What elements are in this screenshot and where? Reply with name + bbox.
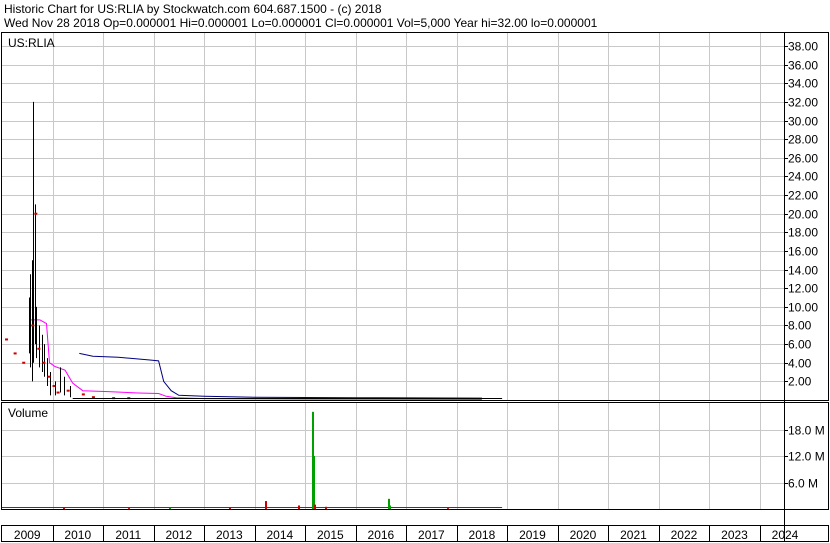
close-marker	[56, 391, 60, 394]
x-axis-year-label: 2020	[570, 528, 597, 542]
volume-bar	[447, 508, 449, 510]
close-marker	[34, 212, 38, 215]
x-axis-year-label: 2010	[64, 528, 91, 542]
volume-bar	[389, 505, 391, 509]
x-axis-year-label: 2009	[14, 528, 41, 542]
volume-bar	[229, 507, 231, 509]
close-marker	[37, 347, 41, 350]
price-y-tick-label: 38.00	[788, 40, 818, 54]
x-axis-year-label: 2016	[368, 528, 395, 542]
price-y-tick-label: 4.00	[788, 357, 812, 371]
close-marker	[13, 352, 17, 355]
x-axis-year-label: 2011	[115, 528, 141, 542]
volume-bar	[298, 505, 300, 509]
x-axis-year-label: 2012	[165, 528, 192, 542]
moving-average-line-2	[79, 352, 482, 399]
x-axis-year-label: 2019	[519, 528, 546, 542]
close-marker	[31, 324, 35, 327]
volume-bar	[169, 507, 171, 509]
x-axis-year-label: 2014	[266, 528, 293, 542]
price-y-tick-label: 16.00	[788, 245, 818, 259]
x-axis-year-label: 2018	[469, 528, 496, 542]
price-y-tick-label: 2.00	[788, 375, 812, 389]
close-marker	[91, 396, 95, 399]
volume-y-tick-label: 18.0 M	[788, 424, 825, 438]
x-axis-year-label: 2021	[620, 528, 647, 542]
close-marker	[5, 338, 9, 341]
price-y-tick-label: 26.00	[788, 152, 818, 166]
volume-bar	[325, 506, 327, 509]
close-marker	[52, 385, 56, 388]
volume-bar	[314, 504, 316, 509]
price-y-tick-label: 10.00	[788, 301, 818, 315]
volume-bar	[128, 508, 130, 510]
x-axis-year-label: 2024	[772, 528, 799, 542]
x-axis-year-label: 2013	[216, 528, 243, 542]
x-axis-year-label: 2022	[671, 528, 698, 542]
price-panel-frame	[1, 32, 829, 401]
close-marker	[22, 361, 26, 364]
volume-y-tick-label: 6.0 M	[788, 477, 818, 491]
x-axis-year-label: 2015	[317, 528, 344, 542]
close-marker	[42, 361, 46, 364]
price-y-tick-label: 34.00	[788, 77, 818, 91]
volume-bar	[265, 501, 267, 509]
close-marker	[66, 389, 70, 392]
price-y-tick-label: 6.00	[788, 338, 812, 352]
volume-y-tick-label: 12.0 M	[788, 450, 825, 464]
close-marker	[81, 393, 85, 396]
volume-bar	[63, 507, 65, 509]
price-y-tick-label: 8.00	[788, 319, 812, 333]
price-y-tick-label: 20.00	[788, 208, 818, 222]
price-y-tick-label: 28.00	[788, 133, 818, 147]
price-y-tick-label: 14.00	[788, 264, 818, 278]
price-panel-title: US:RLIA	[8, 36, 55, 50]
price-y-tick-label: 30.00	[788, 115, 818, 129]
x-axis-year-label: 2023	[721, 528, 748, 542]
stock-chart: 2.00 4.00 6.00 8.00 10.00 12.00 14.00 16.00 18.0…	[1, 32, 829, 542]
volume-panel-title: Volume	[8, 406, 48, 420]
price-y-tick-label: 22.00	[788, 189, 818, 203]
price-y-tick-label: 18.00	[788, 226, 818, 240]
close-marker	[47, 375, 51, 378]
price-y-tick-label: 36.00	[788, 59, 818, 73]
price-y-tick-label: 24.00	[788, 170, 818, 184]
price-y-tick-label: 32.00	[788, 96, 818, 110]
volume-bar	[313, 456, 315, 509]
price-y-tick-label: 12.00	[788, 282, 818, 296]
x-axis-year-label: 2017	[418, 528, 445, 542]
